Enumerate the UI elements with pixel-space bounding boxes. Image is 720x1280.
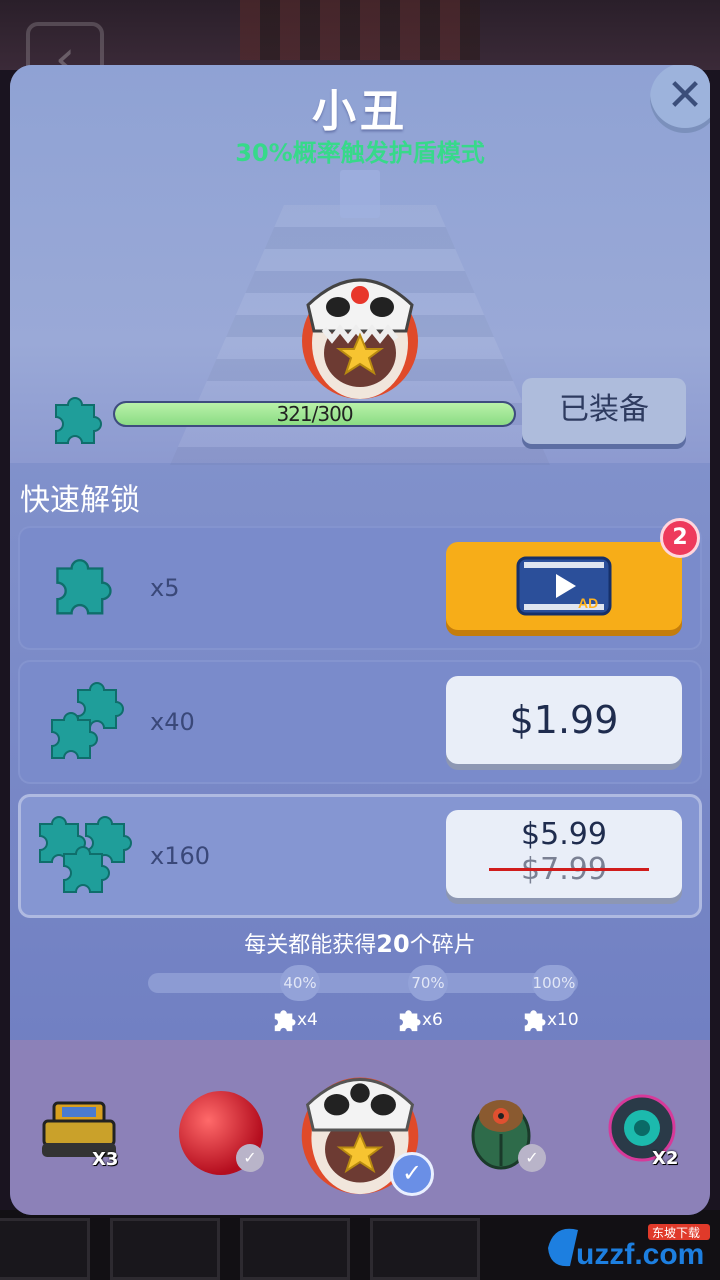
background-stripes	[240, 0, 480, 60]
puzzle-piece-icon	[399, 1010, 421, 1032]
unlock-row-160: x160 $5.99 $7.99	[18, 794, 702, 918]
video-ad-icon: AD	[516, 556, 612, 616]
character-name: 小丑	[312, 86, 408, 137]
character-panel: 小丑 30%概率触发护盾模式 ✕ 321/300 已装备 快速解锁 x5 AD …	[10, 65, 710, 1215]
unlock-quantity: x5	[150, 574, 180, 602]
background-block	[340, 170, 380, 218]
fragment-progress-bar: 321/300	[113, 401, 516, 427]
puzzle-piece-icon	[274, 1010, 296, 1032]
level-reward-info: 每关都能获得20个碎片	[244, 930, 476, 958]
puzzle-piece-icon	[48, 393, 104, 445]
quick-unlock-title: 快速解锁	[20, 483, 140, 518]
ad-count-badge: 2	[660, 518, 700, 558]
price-label: $5.99	[521, 817, 607, 852]
site-watermark: uzzf.com 东坡下载	[540, 1218, 715, 1274]
puzzle-pile-icon	[32, 808, 136, 898]
tank-item[interactable]: X3	[40, 1095, 119, 1170]
svg-text:uzzf.com: uzzf.com	[576, 1238, 704, 1271]
buy-160-button[interactable]: $5.99 $7.99	[446, 810, 682, 898]
puzzle-piece-icon	[524, 1010, 546, 1032]
character-selector: X3 ✓ ✓ ✓ X2	[10, 1040, 710, 1215]
milestone-reward: x10	[521, 1007, 579, 1033]
multiplier-label: X2	[652, 1148, 679, 1169]
unlock-quantity: x160	[150, 842, 211, 870]
milestone-reward: x6	[396, 1007, 443, 1033]
equipped-button[interactable]: 已装备	[522, 378, 686, 444]
milestone-reward: x4	[271, 1007, 318, 1033]
red-ball-item[interactable]: ✓	[176, 1088, 266, 1182]
multiplier-label: X3	[92, 1149, 119, 1170]
scarab-item[interactable]: ✓	[468, 1090, 546, 1176]
clown-character-image	[302, 278, 418, 399]
unlock-quantity: x40	[150, 708, 195, 736]
level-progress-track	[148, 973, 578, 993]
milestone-70: 70%	[408, 965, 448, 1001]
milestone-40: 40%	[280, 965, 320, 1001]
clown-ball-item[interactable]: ✓	[292, 1060, 434, 1204]
original-price-label: $7.99	[489, 852, 649, 888]
available-check-icon: ✓	[518, 1144, 546, 1172]
available-check-icon: ✓	[236, 1144, 264, 1172]
ad-label: AD	[578, 595, 598, 611]
price-label: $1.99	[509, 698, 619, 742]
uzzf-logo: uzzf.com 东坡下载	[548, 1224, 710, 1271]
selected-check-icon: ✓	[390, 1152, 434, 1196]
buy-40-button[interactable]: $1.99	[446, 676, 682, 764]
svg-text:东坡下载: 东坡下载	[652, 1226, 700, 1240]
cyber-ball-item[interactable]: X2	[602, 1090, 682, 1170]
strikethrough-line	[489, 868, 649, 871]
unlock-row-5: x5 AD 2	[18, 518, 702, 650]
puzzle-pieces-icon	[40, 678, 130, 764]
puzzle-piece-icon	[48, 552, 114, 618]
unlock-row-40: x40 $1.99	[18, 660, 702, 784]
progress-text: 321/300	[276, 402, 353, 426]
character-ability: 30%概率触发护盾模式	[235, 139, 485, 167]
watch-ad-button[interactable]: AD	[446, 542, 682, 630]
milestone-100: 100%	[532, 965, 576, 1001]
close-icon: ✕	[666, 70, 704, 121]
